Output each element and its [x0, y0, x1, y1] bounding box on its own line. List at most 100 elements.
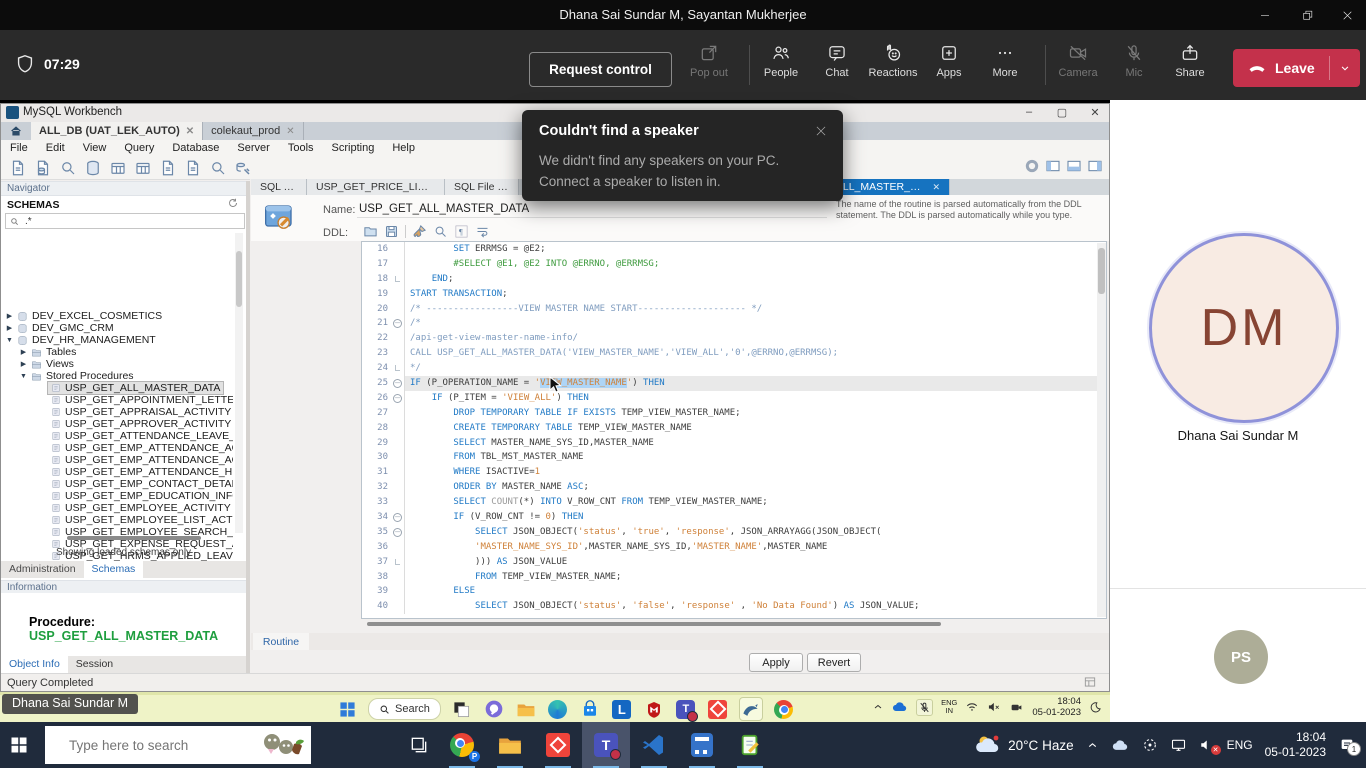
shared-language-indicator[interactable]: ENGIN	[941, 699, 957, 715]
speaker-muted-icon[interactable]: ✕	[1199, 737, 1215, 753]
revert-button[interactable]: Revert	[807, 653, 861, 672]
create-schema-icon[interactable]	[84, 159, 102, 177]
teams-action-apps[interactable]: Apps	[923, 41, 975, 79]
menu-database[interactable]: Database	[163, 142, 228, 154]
shared-taskbar-icon-teams[interactable]: T	[675, 698, 697, 720]
capture-icon[interactable]	[1142, 737, 1158, 753]
search-data-icon[interactable]	[209, 159, 227, 177]
teams-action-more[interactable]: More	[979, 41, 1031, 79]
create-view-icon[interactable]	[134, 159, 152, 177]
inspector-icon[interactable]	[59, 159, 77, 177]
window-close-button[interactable]	[1330, 0, 1364, 30]
shared-taskbar-icon-task-view[interactable]	[451, 698, 473, 720]
connection-tab[interactable]: ALL_DB (UAT_LEK_AUTO)✕	[31, 122, 203, 140]
shared-taskbar-clock[interactable]: 18:0405-01-2023	[1032, 696, 1081, 718]
tray-chevron-up-icon[interactable]	[872, 701, 884, 713]
taskbar-icon-file-explorer[interactable]	[486, 722, 534, 768]
tree-item-usp_get_employee_list_activity[interactable]: USP_GET_EMPLOYEE_LIST_ACTIVITY	[1, 514, 233, 526]
shared-taskbar-icon-file-explorer[interactable]	[515, 698, 537, 720]
tree-item-usp_get_emp_attendance_activity[interactable]: USP_GET_EMP_ATTENDANCE_ACTIVITY	[1, 442, 233, 454]
tree-item-dev_hr_management[interactable]: ▼DEV_HR_MANAGEMENT	[1, 334, 233, 346]
taskbar-icon-notepad-plus[interactable]	[726, 722, 774, 768]
toggle-left-panel-icon[interactable]	[1045, 158, 1061, 174]
shared-taskbar-icon-mysql-workbench[interactable]	[739, 697, 763, 721]
menu-query[interactable]: Query	[115, 142, 163, 154]
menu-server[interactable]: Server	[228, 142, 278, 154]
speaker-muted-icon[interactable]	[987, 700, 1001, 714]
toggle-bottom-panel-icon[interactable]	[1066, 158, 1082, 174]
workbench-maximize-button[interactable]: ▢	[1049, 106, 1075, 119]
editor-vscrollbar[interactable]	[1097, 243, 1106, 617]
tree-item-usp_get_employee_activity[interactable]: USP_GET_EMPLOYEE_ACTIVITY	[1, 502, 233, 514]
toggle-right-panel-icon[interactable]	[1087, 158, 1103, 174]
tab-object-info[interactable]: Object Info	[1, 656, 68, 673]
taskbar-search-box[interactable]	[45, 726, 311, 764]
workbench-minimize-button[interactable]: –	[1016, 106, 1042, 118]
language-indicator[interactable]: ENG	[1227, 738, 1253, 752]
shared-taskbar-icon-chrome[interactable]	[773, 698, 795, 720]
save-icon[interactable]	[384, 224, 399, 239]
tree-item-usp_get_emp_education_info_activity[interactable]: USP_GET_EMP_EDUCATION_INFO_ACTIVITY	[1, 490, 233, 502]
menu-help[interactable]: Help	[383, 142, 424, 154]
new-query-icon[interactable]	[9, 159, 27, 177]
menu-edit[interactable]: Edit	[37, 142, 74, 154]
menu-tools[interactable]: Tools	[279, 142, 323, 154]
shared-start-button[interactable]	[336, 698, 358, 720]
task-view-button[interactable]	[395, 722, 443, 768]
open-file-icon[interactable]	[363, 224, 378, 239]
schema-filter-input[interactable]	[23, 215, 207, 228]
home-icon[interactable]	[9, 124, 23, 138]
onedrive-icon[interactable]	[1111, 739, 1130, 752]
workbench-close-button[interactable]: ✕	[1082, 106, 1108, 119]
refresh-schemas-icon[interactable]	[227, 197, 239, 209]
teams-action-reactions[interactable]: Reactions	[867, 41, 919, 79]
wifi-icon[interactable]	[965, 700, 979, 714]
tree-item-usp_get_emp_contact_details_activity[interactable]: USP_GET_EMP_CONTACT_DETAILS_ACTIVITY	[1, 478, 233, 490]
tab-schemas[interactable]: Schemas	[84, 561, 144, 578]
taskbar-icon-vscode[interactable]	[630, 722, 678, 768]
notification-center-icon[interactable]: 1	[1338, 737, 1356, 753]
onedrive-icon[interactable]	[892, 701, 908, 713]
start-button[interactable]	[10, 736, 28, 754]
editor-tab[interactable]: USP_GET_PRICE_LIST_ACTIV...	[307, 179, 445, 195]
tray-mic-muted-icon[interactable]	[916, 699, 933, 716]
connection-tab[interactable]: colekaut_prod✕	[203, 122, 304, 140]
menu-scripting[interactable]: Scripting	[323, 142, 384, 154]
tree-item-dev_excel_cosmetics[interactable]: ▶DEV_EXCEL_COSMETICS	[1, 310, 233, 322]
shared-taskbar-icon-anydesk[interactable]	[707, 698, 729, 720]
tab-routine[interactable]: Routine	[253, 633, 309, 650]
tree-item-usp_get_emp_attendance_activity_app[interactable]: USP_GET_EMP_ATTENDANCE_ACTIVITY_APP	[1, 454, 233, 466]
network-display-icon[interactable]	[1170, 737, 1187, 753]
taskbar-icon-anydesk[interactable]	[534, 722, 582, 768]
participant-avatar-main[interactable]: DM	[1149, 233, 1339, 423]
weather-widget[interactable]: 20°C Haze	[974, 734, 1073, 756]
leave-button[interactable]: Leave	[1233, 49, 1329, 87]
tray-camera-icon[interactable]	[1009, 701, 1024, 714]
tree-hscrollbar[interactable]	[67, 536, 201, 540]
taskbar-icon-teams[interactable]: T	[582, 722, 630, 768]
sql-code-editor[interactable]: 16 SET ERRMSG = @E2;17 #SELECT @E1, @E2 …	[361, 241, 1107, 619]
tree-item-usp_get_emp_attendance_history_acti[interactable]: USP_GET_EMP_ATTENDANCE_HISTORY_ACTI	[1, 466, 233, 478]
shared-taskbar-icon-edge[interactable]	[547, 698, 569, 720]
toast-close-icon[interactable]	[811, 121, 831, 141]
shared-taskbar-icon-l-app[interactable]: L	[611, 698, 633, 720]
tray-chevron-up-icon[interactable]	[1086, 739, 1099, 752]
search-input[interactable]	[67, 737, 248, 754]
taskbar-icon-calculator[interactable]	[678, 722, 726, 768]
editor-tab[interactable]: SQL File 9	[251, 179, 307, 195]
tree-item-tables[interactable]: ▶Tables	[1, 346, 233, 358]
teams-action-people[interactable]: People	[755, 41, 807, 79]
host-taskbar-clock[interactable]: 18:0405-01-2023	[1265, 730, 1326, 760]
window-minimize-button[interactable]	[1248, 0, 1282, 30]
reconnect-icon[interactable]	[234, 159, 252, 177]
shared-taskbar-icon-microsoft-store[interactable]	[579, 698, 601, 720]
open-script-icon[interactable]	[34, 159, 52, 177]
editor-hscrollbar[interactable]	[367, 622, 941, 626]
create-function-icon[interactable]	[184, 159, 202, 177]
menu-file[interactable]: File	[1, 142, 37, 154]
menu-view[interactable]: View	[74, 142, 116, 154]
teams-action-chat[interactable]: Chat	[811, 41, 863, 79]
teams-action-share[interactable]: Share	[1164, 41, 1216, 79]
tree-item-usp_get_all_master_data[interactable]: USP_GET_ALL_MASTER_DATA	[1, 382, 233, 394]
create-procedure-icon[interactable]	[159, 159, 177, 177]
